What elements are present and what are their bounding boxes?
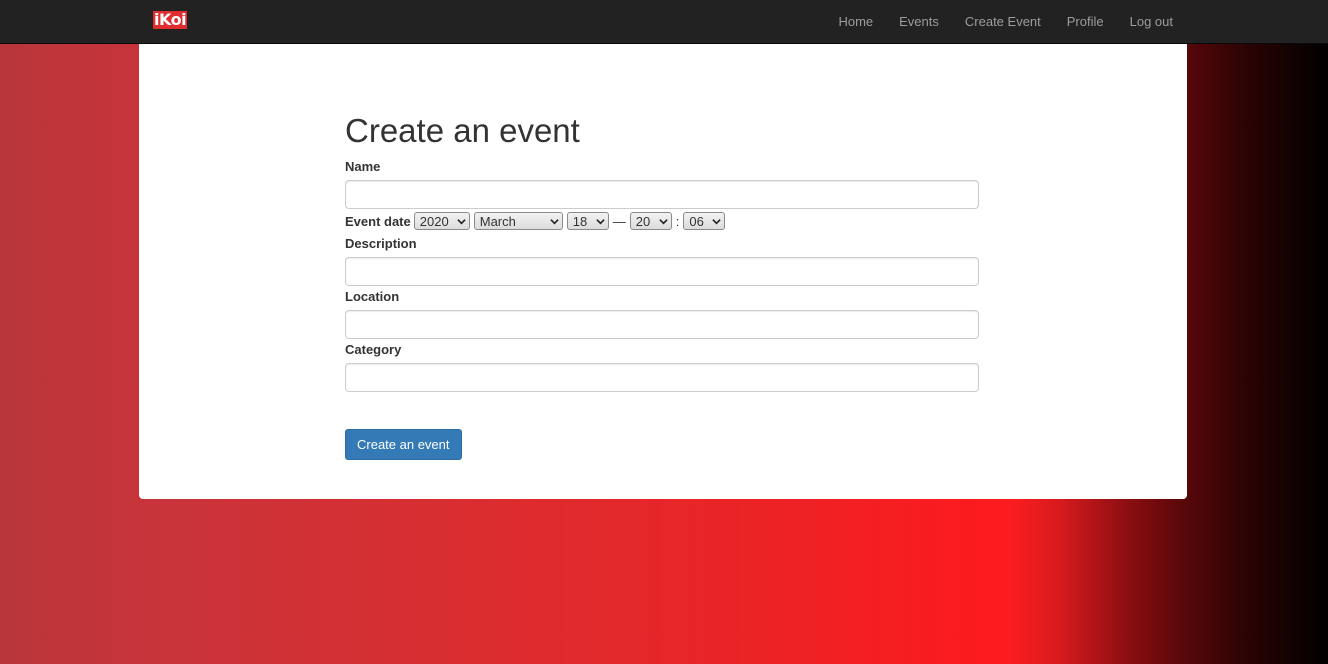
brand-logo[interactable]: iKoi — [153, 11, 188, 29]
month-select-value: March — [479, 213, 516, 229]
category-input[interactable] — [345, 363, 979, 392]
nav-menu: Home Events Create Event Profile Log out — [825, 0, 1173, 43]
minute-select[interactable]: 06 — [683, 212, 726, 230]
month-select[interactable]: March — [473, 212, 563, 230]
hour-select-value: 20 — [635, 213, 651, 229]
top-navbar: iKoi Home Events Create Event Profile Lo… — [0, 0, 1328, 44]
nav-item-create-event: Create Event — [952, 0, 1054, 43]
nav-item-profile: Profile — [1054, 0, 1117, 43]
page-title: Create an event — [345, 112, 580, 149]
year-select[interactable]: 2020 — [413, 212, 470, 230]
minute-select-value: 06 — [689, 213, 704, 229]
chevron-down-icon — [457, 218, 466, 224]
category-label: Category — [345, 342, 402, 357]
hour-select[interactable]: 20 — [629, 212, 672, 230]
description-label: Description — [345, 236, 417, 251]
nav-item-events: Events — [886, 0, 952, 43]
chevron-down-icon — [712, 218, 722, 224]
name-input[interactable] — [345, 180, 979, 209]
event-date-row: Event date 2020 March 18 — 20 : 06 — [345, 211, 729, 231]
time-separator: — — [612, 213, 626, 229]
name-label: Name — [345, 159, 381, 174]
create-event-button[interactable]: Create an event — [345, 429, 462, 460]
nav-link-log-out[interactable]: Log out — [1117, 0, 1173, 43]
location-label: Location — [345, 289, 400, 304]
chevron-down-icon — [659, 218, 668, 224]
year-select-value: 2020 — [419, 213, 449, 229]
time-colon: : — [675, 213, 680, 229]
chevron-down-icon — [596, 218, 605, 224]
event-date-label: Event date — [345, 213, 411, 229]
day-select-value: 18 — [572, 213, 588, 229]
chevron-down-icon — [550, 218, 559, 224]
nav-link-home[interactable]: Home — [825, 0, 886, 43]
location-input[interactable] — [345, 310, 979, 339]
nav-link-profile[interactable]: Profile — [1054, 0, 1117, 43]
main-panel: Create an event Name Event date 2020 Mar… — [139, 44, 1187, 499]
nav-item-home: Home — [825, 0, 886, 43]
nav-link-create-event[interactable]: Create Event — [952, 0, 1054, 43]
description-input[interactable] — [345, 257, 979, 286]
nav-item-log-out: Log out — [1117, 0, 1173, 43]
day-select[interactable]: 18 — [566, 212, 609, 230]
nav-link-events[interactable]: Events — [886, 0, 952, 43]
